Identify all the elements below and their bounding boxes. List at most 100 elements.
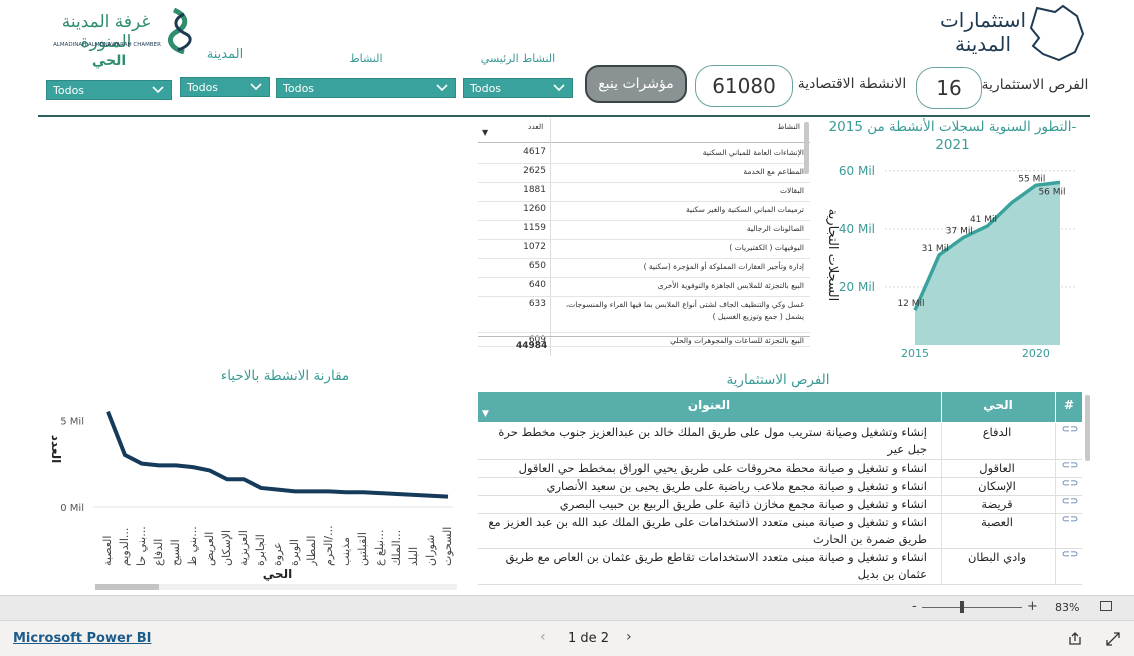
opportunity-row[interactable]: انشاء و تشغيل و صيانة مجمع مخازن ذاتية ع… (478, 495, 1082, 514)
opportunities-kpi-card: 16 (916, 67, 982, 109)
compare-chart-x-tick: شوران (424, 534, 437, 566)
activity-row[interactable]: إدارة وتأجير العقارات المملوكة أو المؤجر… (478, 258, 810, 278)
activity-table-scrollbar[interactable] (804, 122, 809, 174)
link-icon[interactable]: ⊂⊃ (1060, 496, 1080, 507)
area-chart-data-label: 41 Mil (970, 215, 997, 225)
filter-activity-label: النشاط (349, 52, 383, 65)
compare-chart-scrollbar[interactable] (95, 584, 159, 590)
opportunities-table: العنوان ▼ الحي # إنشاء وتشغيل وصيانة ستر… (478, 392, 1082, 594)
link-icon[interactable]: ⊂⊃ (1060, 514, 1080, 525)
activity-row-name: إدارة وتأجير العقارات المملوكة أو المؤجر… (643, 262, 804, 271)
activity-row[interactable]: البيع بالتجزئة للملابس الجاهزة والتوفوية… (478, 277, 810, 297)
compare-chart-x-tick: الوبرة (288, 539, 301, 566)
activity-row[interactable]: الصالونات الرجالية 1159 (478, 220, 810, 240)
activity-header-label[interactable]: النشاط (777, 122, 800, 131)
opportunity-address: انشاء و تشغيل و صيانة محطة محروقات على ط… (518, 461, 927, 475)
filter-activity-value: Todos (283, 81, 315, 95)
zoom-out-button[interactable]: - (912, 599, 917, 614)
area-chart-data-label: 37 Mil (946, 227, 973, 237)
district-header[interactable]: الحي (942, 398, 1054, 412)
opportunities-table-header: العنوان ▼ الحي # (478, 392, 1082, 422)
compare-chart-ylabel: العدد (49, 435, 63, 463)
activity-row-count: 633 (528, 299, 546, 309)
yanbu-indicators-label: مؤشرات ينبع (598, 76, 674, 92)
opportunity-district: العاقول (979, 461, 1015, 475)
area-chart-ylabel: السجلات التجارية (825, 209, 840, 301)
next-page-icon[interactable]: › (626, 629, 632, 645)
column-divider (1055, 548, 1056, 584)
activity-row[interactable]: المطاعم مع الخدمة 2625 (478, 163, 810, 183)
area-chart-y-tick: 20 Mil (839, 280, 875, 294)
yanbu-indicators-button[interactable]: مؤشرات ينبع (585, 65, 687, 103)
activity-row[interactable]: غسل وكي والتنظيف الجاف لشتى أنواع الملاب… (478, 296, 810, 333)
opportunity-address: انشاء و تشغيل و صيانة مجمع مخازن ذاتية ع… (559, 497, 927, 511)
link-icon[interactable]: ⊂⊃ (1060, 424, 1080, 435)
filter-city-value: Todos (187, 80, 219, 94)
activity-row[interactable]: البوفيهات ( الكفتيريات ) 1072 (478, 239, 810, 259)
link-icon[interactable]: ⊂⊃ (1060, 478, 1080, 489)
compare-chart-x-tick: بني حا... (135, 526, 148, 566)
sort-desc-icon[interactable]: ▼ (482, 128, 488, 137)
opportunity-row[interactable]: انشاء و تشغيل و صيانة مبنى متعدد الاستخد… (478, 513, 1082, 549)
filter-city-dropdown[interactable]: Todos (180, 77, 270, 97)
activity-row-name: الصالونات الرجالية (746, 224, 804, 233)
compare-chart-x-tick: نبلغ ع... (373, 529, 386, 566)
link-icon[interactable]: ⊂⊃ (1060, 549, 1080, 560)
zoom-slider-handle[interactable] (960, 601, 964, 613)
link-icon[interactable]: ⊂⊃ (1060, 460, 1080, 471)
activity-row-count: 1881 (523, 185, 546, 195)
area-chart: 20 Mil 40 Mil 60 Mil 12 Mil 31 Mil 37 Mil 41 M… (825, 164, 1075, 360)
activity-row-name: الإنشاءات العامة للمباني السكنية (702, 148, 804, 157)
opportunity-address: انشاء و تشغيل و صيانة مبنى متعدد الاستخد… (505, 550, 927, 581)
opportunity-row[interactable]: انشاء و تشغيل و صيانة مبنى متعدد الاستخد… (478, 548, 1082, 585)
header-divider (38, 115, 1090, 117)
area-chart-x-tick: 2020 (1022, 347, 1050, 360)
sort-desc-icon[interactable]: ▼ (482, 409, 489, 419)
column-divider (1055, 423, 1056, 459)
activity-row-count: 640 (528, 280, 546, 290)
compare-chart-x-tick: السيح (169, 539, 182, 566)
area-chart-data-label: 55 Mil (1018, 174, 1045, 184)
compare-chart-line (106, 410, 449, 499)
opportunity-row[interactable]: انشاء و تشغيل و صيانة محطة محروقات على ط… (478, 459, 1082, 478)
area-chart-y-tick: 60 Mil (839, 164, 875, 178)
activity-row-name: البيع بالتجزئة للملابس الجاهزة والتوفوية… (657, 281, 804, 290)
activity-row[interactable]: ترميمات المباني السكنية والغير سكنية 1260 (478, 201, 810, 221)
activity-row-name: غسل وكي والتنظيف الجاف لشتى أنواع الملاب… (565, 300, 804, 321)
activities-kpi-value: 61080 (712, 74, 776, 98)
share-icon[interactable] (1068, 632, 1082, 646)
powerbi-link[interactable]: Microsoft Power BI (13, 631, 151, 646)
activity-row[interactable]: البقالات 1881 (478, 182, 810, 202)
filter-main-activity-value: Todos (470, 81, 502, 95)
activity-table-header: النشاط العدد ▼ (478, 118, 810, 143)
fullscreen-icon[interactable] (1106, 632, 1120, 646)
activity-row-count: 1072 (523, 242, 546, 252)
address-header[interactable]: العنوان (478, 398, 940, 412)
chevron-down-icon (152, 86, 164, 94)
opportunity-address: انشاء و تشغيل و صيانة مبنى متعدد الاستخد… (488, 515, 927, 546)
page-indicator: 1 de 2 (568, 631, 610, 646)
fit-to-page-icon[interactable] (1100, 601, 1112, 611)
activity-row[interactable]: الإنشاءات العامة للمباني السكنية 4617 (478, 144, 810, 164)
zoom-slider-track[interactable] (922, 607, 1022, 608)
zoom-in-button[interactable]: + (1027, 599, 1038, 614)
column-divider (1055, 459, 1056, 477)
opportunity-row[interactable]: إنشاء وتشغيل وصيانة ستريب مول على طريق ا… (478, 423, 1082, 460)
compare-chart-x-tick: الدويم... (118, 527, 131, 566)
count-header-label[interactable]: العدد (528, 122, 543, 131)
prev-page-icon[interactable]: ‹ (540, 629, 546, 645)
activities-kpi-label: الانشطة الاقتصادية (797, 76, 907, 92)
compare-chart-x-tick: المطار (305, 535, 318, 566)
filter-activity-dropdown[interactable]: Todos (276, 78, 456, 98)
activity-row-name: البوفيهات ( الكفتيريات ) (729, 243, 804, 252)
compare-chart-xlabel: الحي (250, 567, 305, 581)
opportunity-row[interactable]: انشاء و تشغيل و صيانة مجمع ملاعب رياضية … (478, 477, 1082, 496)
hash-header[interactable]: # (1056, 398, 1082, 412)
activity-row-count: 1260 (523, 204, 546, 214)
filter-district-dropdown[interactable]: Todos (46, 80, 172, 100)
compare-chart-x-tick: العريض (203, 531, 216, 566)
opportunity-district: الدفاع (982, 425, 1012, 439)
brand-logo: استثمارات المدينة (937, 4, 1097, 62)
filter-main-activity-dropdown[interactable]: Todos (463, 78, 573, 98)
opportunities-scrollbar[interactable] (1085, 395, 1090, 461)
